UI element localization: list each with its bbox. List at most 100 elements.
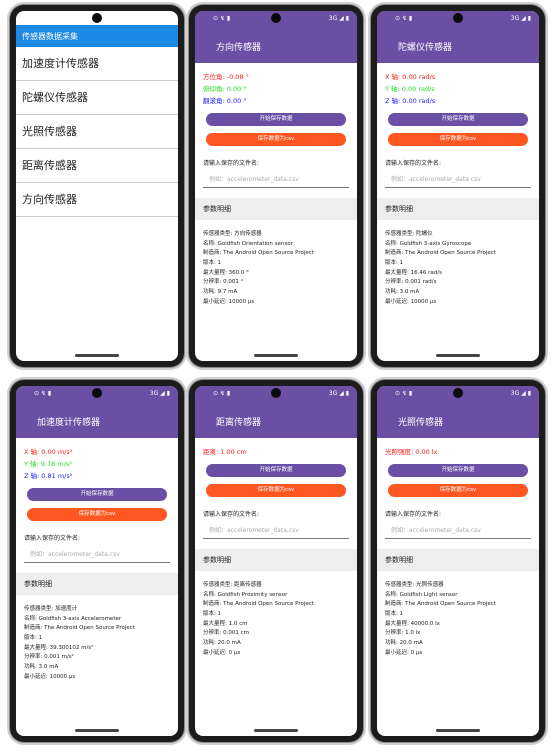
param-row: 分辨率: 1.0 lx	[385, 630, 421, 637]
param-row: 功耗: 3.0 mA	[24, 664, 59, 671]
camera-icon	[271, 388, 281, 398]
camera-icon	[453, 13, 463, 23]
camera-icon	[271, 13, 281, 23]
filename-input[interactable]: 例如：accelerometer_data.csv	[203, 173, 349, 188]
list-item-accelerometer[interactable]: 加速度计传感器	[16, 47, 178, 81]
param-row: 版本: 1	[385, 611, 404, 618]
param-list: 传感器类型: 方向传感器 名称: Goldfish Orientation sen…	[203, 230, 357, 308]
reading-0: 距离: 1.00 cm	[203, 448, 247, 456]
nav-handle[interactable]	[436, 729, 480, 732]
nav-handle[interactable]	[254, 729, 298, 732]
status-icons: ⊙ ↯ ▮	[213, 15, 231, 22]
network-icons: 3G ◢ ▮	[149, 15, 170, 22]
start-save-button[interactable]: 开始保存数据	[388, 464, 528, 477]
param-row: 最大量程: 40000.0 lx	[385, 620, 440, 627]
sensor-list: 加速度计传感器 陀螺仪传感器 光照传感器 距离传感器 方向传感器	[16, 47, 178, 217]
start-save-button[interactable]: 开始保存数据	[206, 464, 346, 477]
phone-proximity: ⊙ ↯ ▮ 3G ◢ ▮ 距离传感器 距离: 1.00 cm 开始保存数据 保存…	[189, 380, 363, 742]
start-save-button[interactable]: 开始保存数据	[388, 113, 528, 126]
page-title: 方向传感器	[216, 43, 262, 53]
page-title: 光照传感器	[398, 418, 444, 428]
param-row: 功耗: 3.0 mA	[385, 289, 420, 296]
nav-handle[interactable]	[75, 354, 119, 357]
screen: ⊙ ↯ ▮ 3G ◢ ▮ 距离传感器 距离: 1.00 cm 开始保存数据 保存…	[195, 386, 357, 736]
param-row: 制造商: The Android Open Source Project	[385, 250, 496, 257]
network-icons: 3G ◢ ▮	[328, 390, 349, 397]
content: X 轴: 0.00 m/s² Y 轴: 9.78 m/s² Z 轴: 0.81 m/…	[16, 438, 178, 683]
list-item-proximity[interactable]: 距离传感器	[16, 149, 178, 183]
param-row: 功耗: 20.0 mA	[385, 640, 423, 647]
screen: ⊙ ↯ ▮ 3G ◢ ▮ 加速度计传感器 X 轴: 0.00 m/s² Y 轴: …	[16, 386, 178, 736]
param-row: 制造商: The Android Open Source Project	[385, 601, 496, 608]
status-icons: ⊙ ↯ ▮	[34, 390, 52, 397]
camera-icon	[92, 13, 102, 23]
filename-label: 请输入保存的文件名:	[203, 160, 260, 167]
reading-1: Y 轴: 9.78 m/s²	[24, 460, 72, 468]
phone-accelerometer: ⊙ ↯ ▮ 3G ◢ ▮ 加速度计传感器 X 轴: 0.00 m/s² Y 轴: …	[10, 380, 184, 742]
param-list: 传感器类型: 光照传感器 名称: Goldfish Light sensor 制造商…	[385, 581, 539, 659]
start-save-button[interactable]: 开始保存数据	[27, 488, 167, 501]
filename-input[interactable]: 例如：accelerometer_data.csv	[385, 173, 531, 188]
list-item-light[interactable]: 光照传感器	[16, 115, 178, 149]
param-row: 名称: Goldfish Light sensor	[385, 591, 458, 598]
page-title: 加速度计传感器	[37, 418, 101, 428]
param-row: 传感器类型: 陀螺仪	[385, 231, 433, 237]
param-row: 制造商: The Android Open Source Project	[24, 625, 135, 632]
section-header: 参数明细	[377, 198, 539, 220]
status-icons: ⊙ ↯ ▮	[213, 390, 231, 397]
page-title: 距离传感器	[216, 418, 262, 428]
param-row: 最小延迟: 0 μs	[385, 649, 423, 656]
save-csv-button[interactable]: 保存数据为csv	[388, 133, 528, 146]
content: 距离: 1.00 cm 开始保存数据 保存数据为csv 请输入保存的文件名: 例…	[195, 438, 357, 659]
param-row: 名称: Goldfish Proximity sensor	[203, 591, 288, 598]
start-save-button[interactable]: 开始保存数据	[206, 113, 346, 126]
app-bar: ⊙ ↯ ▮ 3G ◢ ▮ 陀螺仪传感器	[377, 11, 539, 63]
param-row: 版本: 1	[203, 611, 222, 618]
status-icons: ⊙ ↯ ▮	[395, 390, 413, 397]
nav-handle[interactable]	[436, 354, 480, 357]
filename-input[interactable]: 例如：accelerometer_data.csv	[385, 524, 531, 539]
save-csv-button[interactable]: 保存数据为csv	[206, 133, 346, 146]
readings: X 轴: 0.00 rad/s Y 轴: 0.00 rad/s Z 轴: 0.00 …	[377, 71, 539, 107]
save-csv-button[interactable]: 保存数据为csv	[206, 484, 346, 497]
reading-0: 光照强度: 0.00 lx	[385, 448, 438, 456]
param-row: 最小延迟: 10000 μs	[203, 298, 255, 305]
reading-2: Z 轴: 0.00 rad/s	[385, 97, 436, 105]
network-icons: 3G ◢ ▮	[328, 15, 349, 22]
reading-0: X 轴: 0.00 m/s²	[24, 448, 73, 456]
param-row: 传感器类型: 加速度计	[24, 606, 78, 612]
param-list: 传感器类型: 加速度计 名称: Goldfish 3-axis Accelerom…	[24, 605, 178, 683]
section-header: 参数明细	[16, 573, 178, 595]
content: X 轴: 0.00 rad/s Y 轴: 0.00 rad/s Z 轴: 0.00 …	[377, 63, 539, 308]
phone-orientation: ⊙ ↯ ▮ 3G ◢ ▮ 方向传感器 方位角: -0.08 ° 俯仰角: 0.00…	[189, 5, 363, 367]
filename-label: 请输入保存的文件名:	[203, 511, 260, 518]
nav-handle[interactable]	[75, 729, 119, 732]
list-item-gyroscope[interactable]: 陀螺仪传感器	[16, 81, 178, 115]
section-header: 参数明细	[377, 549, 539, 571]
filename-label: 请输入保存的文件名:	[385, 160, 442, 167]
filename-label: 请输入保存的文件名:	[385, 511, 442, 518]
page-title: 陀螺仪传感器	[398, 43, 453, 53]
filename-input[interactable]: 例如：accelerometer_data.csv	[203, 524, 349, 539]
param-row: 名称: Goldfish Orientation sensor	[203, 240, 293, 247]
network-icons: 3G ◢ ▮	[510, 390, 531, 397]
param-row: 传感器类型: 距离传感器	[203, 582, 262, 588]
nav-handle[interactable]	[254, 354, 298, 357]
param-row: 分辨率: 0.001 m/s²	[24, 654, 74, 661]
app-bar: ⊙ ↯ ▮ 3G ◢ ▮ 距离传感器	[195, 386, 357, 438]
param-row: 最小延迟: 0 μs	[203, 649, 241, 656]
readings: 方位角: -0.08 ° 俯仰角: 0.00 ° 翻滚角: 0.00 °	[195, 71, 357, 107]
param-row: 制造商: The Android Open Source Project	[203, 601, 314, 608]
param-list: 传感器类型: 距离传感器名称: Goldfish Proximity senso…	[203, 581, 357, 659]
screen: ⊙ ↯ ▮ 3G ◢ ▮ 陀螺仪传感器 X 轴: 0.00 rad/s Y 轴: …	[377, 11, 539, 361]
param-row: 最大量程: 39.300102 m/s²	[24, 644, 94, 651]
reading-1: Y 轴: 0.00 rad/s	[385, 85, 435, 93]
readings: X 轴: 0.00 m/s² Y 轴: 9.78 m/s² Z 轴: 0.81 m/…	[16, 446, 178, 482]
save-csv-button[interactable]: 保存数据为csv	[388, 484, 528, 497]
filename-input[interactable]: 例如：accelerometer_data.csv	[24, 548, 170, 563]
save-csv-button[interactable]: 保存数据为csv	[27, 508, 167, 521]
list-item-orientation[interactable]: 方向传感器	[16, 183, 178, 217]
param-row: 版本: 1	[203, 260, 222, 267]
param-row: 最小延迟: 10000 μs	[385, 298, 437, 305]
status-icons: ⊙ ↯ ▮	[34, 15, 52, 22]
